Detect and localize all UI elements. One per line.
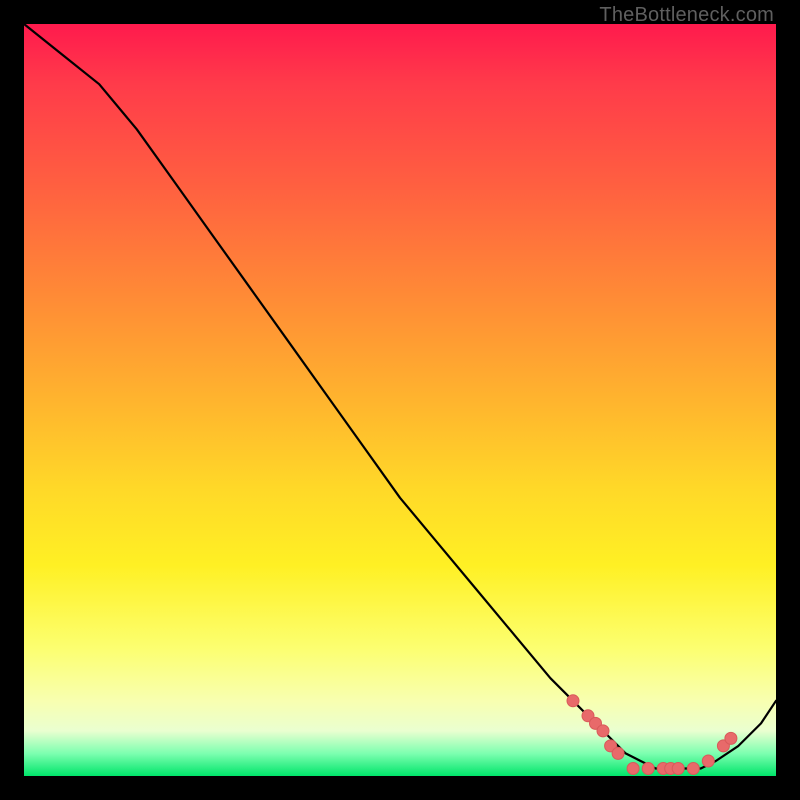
chart-frame: TheBottleneck.com xyxy=(0,0,800,800)
plot-area xyxy=(24,24,776,776)
highlight-dot xyxy=(672,763,684,775)
watermark-label: TheBottleneck.com xyxy=(599,4,774,27)
bottleneck-curve xyxy=(24,24,776,769)
highlight-dot xyxy=(642,763,654,775)
curve-svg xyxy=(24,24,776,776)
highlight-dot xyxy=(725,732,737,744)
highlight-dot xyxy=(702,755,714,767)
highlight-dot xyxy=(567,695,579,707)
highlight-dots-group xyxy=(567,695,737,775)
highlight-dot xyxy=(597,725,609,737)
highlight-dot xyxy=(627,763,639,775)
highlight-dot xyxy=(687,763,699,775)
highlight-dot xyxy=(612,747,624,759)
